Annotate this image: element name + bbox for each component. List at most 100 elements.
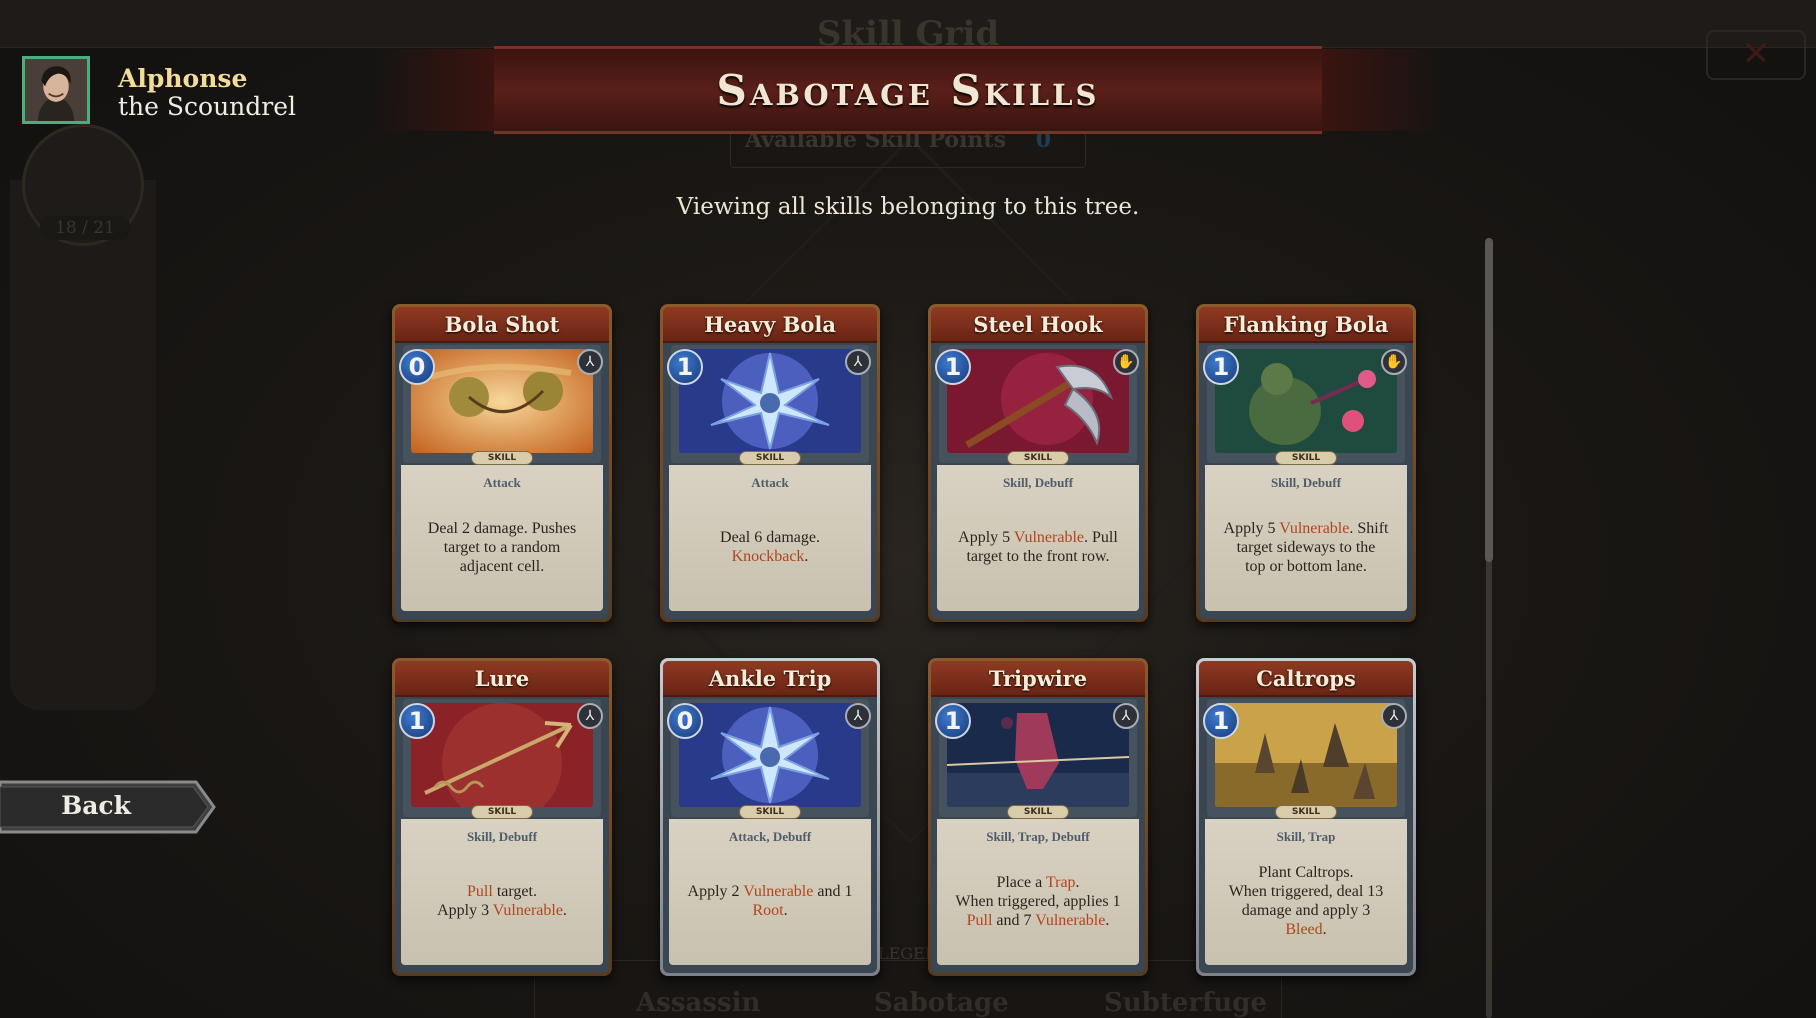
skill-card-cost: 0 — [667, 703, 703, 739]
skill-card-description-line: Deal 2 damage. Pushes — [411, 519, 593, 538]
skill-card-name: Bola Shot — [395, 307, 609, 343]
background-tab-assassin: Assassin — [636, 988, 761, 1018]
skill-card-inner: Lure 1 ⅄ SKILL Skill, Debuff Pull target. Appl… — [395, 661, 609, 973]
skill-card-description: Pull target. Apply 3 Vulnerable. — [411, 882, 593, 920]
keyword-text: Trap — [1045, 874, 1076, 891]
description-text: . — [1105, 912, 1110, 929]
skill-card-tags: Attack — [483, 475, 521, 490]
skill-card[interactable]: Ankle Trip 0 ⅄ SKILL Attack, Debuff Apply 2 V… — [660, 658, 880, 976]
skill-card-description-line: top or bottom lane. — [1215, 557, 1397, 576]
skill-card-cost: 1 — [935, 349, 971, 385]
description-text: top or bottom lane. — [1245, 558, 1367, 575]
skill-card-description-line: Pull target. — [411, 882, 593, 901]
skill-card-description: Place a Trap. When triggered, applies 1 Pu… — [947, 873, 1129, 930]
description-text: target sideways to the — [1236, 539, 1376, 556]
skill-card-name: Flanking Bola — [1199, 307, 1413, 343]
archery-icon: ⅄ — [1113, 703, 1139, 729]
skill-card-description-line: target to a random — [411, 538, 593, 557]
skill-card-name: Ankle Trip — [663, 661, 877, 697]
skill-card-cost: 1 — [399, 703, 435, 739]
skill-card[interactable]: Heavy Bola 1 ⅄ SKILL Attack Deal 6 damage. Kno… — [660, 304, 880, 622]
skill-card-art — [411, 349, 593, 453]
skill-card-description-line: Apply 5 Vulnerable. Pull — [947, 528, 1129, 547]
character-name: Alphonse — [118, 64, 248, 93]
skill-card-name: Caltrops — [1199, 661, 1413, 697]
description-text: Plant Caltrops. — [1258, 864, 1354, 881]
skill-card-description-line: Root. — [679, 901, 861, 920]
skill-card-tags: Attack — [751, 475, 789, 490]
background-tab-subterfuge: Subterfuge — [1104, 988, 1267, 1018]
back-button-label: Back — [61, 791, 131, 820]
skill-card-body: Skill, Debuff Apply 5 Vulnerable. Shift ta… — [1205, 465, 1407, 611]
description-text: Apply 5 — [1223, 520, 1280, 537]
description-text: . — [562, 902, 567, 919]
description-text: When triggered, deal 13 — [1228, 883, 1384, 900]
description-text: . — [1322, 921, 1327, 938]
skill-card-description-line: Plant Caltrops. — [1215, 863, 1397, 882]
subtitle-text: Viewing all skills belonging to this tre… — [676, 194, 1140, 220]
skill-card-description-line: target to the front row. — [947, 547, 1129, 566]
skill-card-inner: Tripwire 1 ⅄ SKILL Skill, Trap, Debuff Place … — [931, 661, 1145, 973]
skill-card-inner: Heavy Bola 1 ⅄ SKILL Attack Deal 6 damage. Kno… — [663, 307, 877, 619]
archery-icon: ⅄ — [1381, 703, 1407, 729]
skill-card[interactable]: Flanking Bola 1 ✋ SKILL Skill, Debuff Apply 5… — [1196, 304, 1416, 622]
skill-card-description-line: Apply 2 Vulnerable and 1 — [679, 882, 861, 901]
skill-card-art — [679, 349, 861, 453]
description-text: adjacent cell. — [459, 558, 545, 575]
skill-card-body: Skill, Debuff Apply 5 Vulnerable. Pull tar… — [937, 465, 1139, 611]
skill-card[interactable]: Bola Shot 0 ⅄ SKILL Attack Deal 2 damage. Pus… — [392, 304, 612, 622]
skill-card-inner: Flanking Bola 1 ✋ SKILL Skill, Debuff Apply 5… — [1199, 307, 1413, 619]
skill-card-art — [947, 703, 1129, 807]
archery-icon: ⅄ — [845, 703, 871, 729]
skill-card[interactable]: Caltrops 1 ⅄ SKILL Skill, Trap Plant Caltrops… — [1196, 658, 1416, 976]
skill-card-inner: Ankle Trip 0 ⅄ SKILL Attack, Debuff Apply 2 V… — [663, 661, 877, 973]
skill-card-art — [1215, 349, 1397, 453]
skill-card-description: Apply 5 Vulnerable. Pull target to the fr… — [947, 528, 1129, 566]
description-text: and 7 — [992, 912, 1036, 929]
skill-card[interactable]: Steel Hook 1 ✋ SKILL Skill, Debuff Apply 5 Vu… — [928, 304, 1148, 622]
skill-card-body: Skill, Trap Plant Caltrops. When triggered… — [1205, 819, 1407, 965]
skill-card-description-line: adjacent cell. — [411, 557, 593, 576]
skill-card-inner: Caltrops 1 ⅄ SKILL Skill, Trap Plant Caltrops… — [1199, 661, 1413, 973]
description-text: Deal 6 damage. — [720, 529, 820, 546]
skill-card-art — [1215, 703, 1397, 807]
scrollbar-thumb[interactable] — [1485, 238, 1493, 562]
description-text: target to a random — [443, 539, 561, 556]
skill-card-cost: 1 — [935, 703, 971, 739]
skill-card-body: Attack Deal 6 damage. Knockback. — [669, 465, 871, 611]
description-text: . — [1075, 874, 1080, 891]
description-text: Deal 2 damage. Pushes — [427, 520, 577, 537]
keyword-text: Vulnerable — [1035, 912, 1106, 929]
skill-card-art — [947, 349, 1129, 453]
character-portrait — [22, 56, 90, 124]
skill-card[interactable]: Tripwire 1 ⅄ SKILL Skill, Trap, Debuff Place … — [928, 658, 1148, 976]
skill-card-description-line: Bleed. — [1215, 920, 1397, 939]
skill-card-body: Attack Deal 2 damage. Pushes target to a r… — [401, 465, 603, 611]
skill-card-kind-label: SKILL — [1007, 805, 1069, 819]
keyword-text: Bleed — [1285, 921, 1323, 938]
description-text: . Pull — [1084, 529, 1118, 546]
back-button[interactable]: Back — [0, 778, 218, 836]
skill-card-description: Apply 5 Vulnerable. Shift target sideways… — [1215, 519, 1397, 576]
skill-card-inner: Bola Shot 0 ⅄ SKILL Attack Deal 2 damage. Pus… — [395, 307, 609, 619]
background-side-panel — [10, 180, 156, 710]
skill-card-kind-label: SKILL — [739, 805, 801, 819]
skill-card-description: Plant Caltrops. When triggered, deal 13 da… — [1215, 863, 1397, 939]
keyword-text: Vulnerable — [1279, 520, 1350, 537]
keyword-text: Pull — [467, 883, 493, 900]
skill-card-art — [679, 703, 861, 807]
skill-card-description-line: Pull and 7 Vulnerable. — [947, 911, 1129, 930]
skill-card-kind-label: SKILL — [1007, 451, 1069, 465]
keyword-text: Knockback — [731, 548, 805, 565]
skill-card-description: Apply 2 Vulnerable and 1 Root. — [679, 882, 861, 920]
skill-card-inner: Steel Hook 1 ✋ SKILL Skill, Debuff Apply 5 Vu… — [931, 307, 1145, 619]
keyword-text: Root — [752, 902, 784, 919]
skill-card-cost: 1 — [1203, 349, 1239, 385]
archery-icon: ⅄ — [577, 703, 603, 729]
description-text: Apply 3 — [437, 902, 493, 919]
skill-card[interactable]: Lure 1 ⅄ SKILL Skill, Debuff Pull target. Appl… — [392, 658, 612, 976]
skill-card-description-line: When triggered, deal 13 — [1215, 882, 1397, 901]
skill-card-tags: Attack, Debuff — [728, 829, 812, 844]
background-close-icon: ✕ — [1706, 30, 1806, 80]
page-title: Sabotage Skills — [716, 66, 1100, 115]
